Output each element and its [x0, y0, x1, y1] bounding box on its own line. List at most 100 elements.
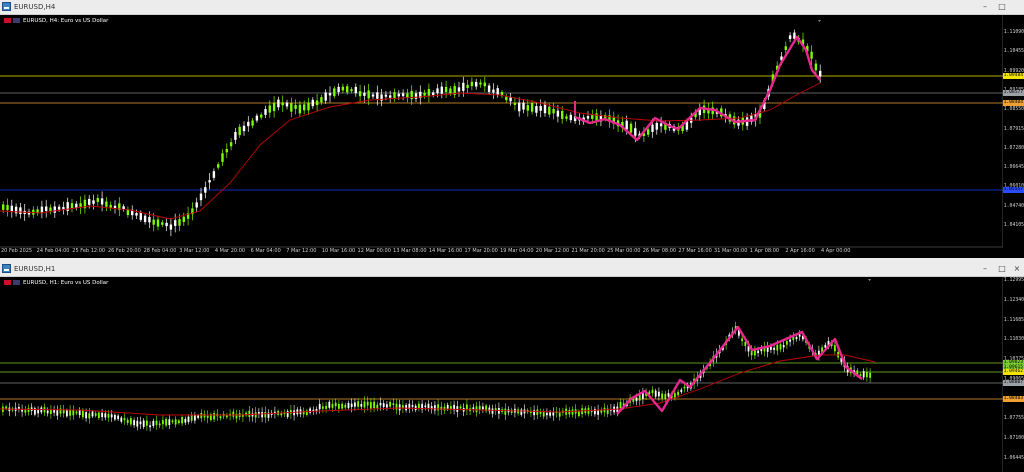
- candle: [75, 411, 78, 414]
- minimize-button[interactable]: –: [978, 263, 992, 275]
- candle: [741, 338, 743, 342]
- candle: [757, 350, 759, 354]
- bottom-symbol-info: EURUSD, H1: Euro vs US Dollar: [4, 280, 108, 286]
- candle: [834, 345, 836, 352]
- candle: [552, 412, 555, 416]
- candle: [635, 397, 638, 402]
- eu-flag-icon: [4, 280, 11, 285]
- candle: [234, 132, 237, 140]
- candle: [354, 402, 356, 407]
- time-label: 20 Mar 12:00: [535, 248, 570, 254]
- candle: [40, 206, 44, 213]
- candle: [659, 123, 663, 127]
- candle: [50, 409, 52, 414]
- candle: [126, 419, 129, 423]
- candle: [213, 412, 215, 420]
- price-label: 1.11090: [1003, 30, 1024, 35]
- candle: [788, 35, 792, 40]
- candle: [139, 421, 142, 425]
- candle: [479, 82, 482, 85]
- time-label: 3 Mar 12:00: [179, 248, 210, 254]
- candle: [315, 100, 319, 106]
- top-price-axis[interactable]: 1.110901.104551.099201.091851.085501.079…: [1002, 15, 1024, 247]
- bottom-price-chart[interactable]: [0, 277, 1024, 472]
- candle: [178, 420, 180, 424]
- chart-window-icon: [2, 2, 11, 11]
- top-window-title: EURUSD,H4: [14, 3, 56, 11]
- candle: [88, 413, 91, 419]
- top-time-axis[interactable]: 20 Feb 2025 24 Feb 04:00 25 Feb 12:00 26 Fe…: [0, 247, 1003, 257]
- top-price-chart[interactable]: [0, 15, 1024, 258]
- candle: [286, 411, 289, 417]
- candle: [539, 106, 542, 111]
- candle: [208, 180, 211, 183]
- candle: [434, 405, 436, 411]
- candle: [78, 410, 81, 416]
- candle: [462, 82, 465, 91]
- candle: [100, 198, 104, 205]
- candle: [181, 417, 183, 424]
- candle: [113, 205, 117, 208]
- candle: [56, 409, 59, 416]
- us-flag-icon: [13, 18, 20, 23]
- price-level-tag: 1.09462: [1002, 369, 1024, 375]
- candle: [571, 409, 574, 415]
- candle: [539, 411, 542, 414]
- price-label: 1.07755: [1003, 416, 1024, 422]
- maximize-button[interactable]: □: [995, 1, 1009, 13]
- candle: [578, 410, 580, 417]
- time-label: 24 Feb 04:00: [36, 248, 70, 254]
- candle: [120, 417, 123, 422]
- price-label: 1.07915: [1003, 126, 1024, 132]
- bottom-price-axis[interactable]: 1.129951.123401.116851.110301.103751.090…: [1002, 277, 1024, 472]
- candle: [379, 402, 382, 406]
- bottom-window-titlebar[interactable]: EURUSD,H1 – □ ×: [0, 262, 1024, 277]
- candle: [57, 206, 61, 210]
- candle: [281, 102, 284, 106]
- candle: [117, 415, 119, 420]
- bottom-chart-area[interactable]: EURUSD, H1: Euro vs US Dollar 1.12995 1.1…: [0, 277, 1024, 472]
- candle: [824, 344, 827, 348]
- candle: [79, 203, 82, 208]
- candle: [311, 99, 314, 107]
- time-label: 4 Mar 20:00: [214, 248, 246, 254]
- candle: [386, 404, 388, 408]
- price-level-tag: 1.05557: [1002, 187, 1024, 193]
- maximize-button[interactable]: □: [995, 263, 1009, 275]
- shift-marker-icon: [868, 279, 871, 281]
- time-label: 31 Mar 00:00: [714, 248, 748, 254]
- candle: [814, 63, 818, 71]
- top-window-titlebar[interactable]: EURUSD,H4 – □: [0, 0, 1024, 15]
- candle: [367, 90, 370, 99]
- candle: [204, 187, 207, 193]
- candle: [535, 106, 538, 113]
- price-label: 1.12995: [1003, 278, 1024, 283]
- candle: [341, 86, 345, 91]
- top-chart-area[interactable]: EURUSD, H4: Euro vs US Dollar 1.11090 1.1…: [0, 15, 1024, 258]
- candle: [280, 413, 283, 416]
- candle: [88, 198, 91, 205]
- time-label: 6 Mar 04:00: [250, 248, 281, 254]
- time-label: 4 Apr 00:00: [821, 248, 851, 254]
- candle: [664, 393, 667, 400]
- candle: [10, 205, 13, 212]
- candle: [165, 418, 167, 426]
- close-button[interactable]: ×: [1010, 263, 1024, 275]
- candle: [59, 408, 62, 414]
- candle: [436, 88, 439, 94]
- minimize-button[interactable]: –: [978, 1, 992, 13]
- candle: [509, 97, 512, 102]
- candle: [360, 404, 363, 407]
- price-level-tag: 1.08577: [1002, 90, 1024, 96]
- candle: [309, 408, 311, 413]
- time-label: 7 Mar 12:00: [286, 248, 317, 254]
- candle: [272, 102, 276, 112]
- candle: [261, 412, 263, 418]
- candle: [133, 420, 135, 426]
- candle: [101, 412, 103, 418]
- candle: [376, 92, 379, 99]
- candle: [217, 164, 220, 168]
- candle: [242, 125, 246, 132]
- candle: [658, 391, 660, 397]
- eu-flag-icon: [4, 18, 11, 23]
